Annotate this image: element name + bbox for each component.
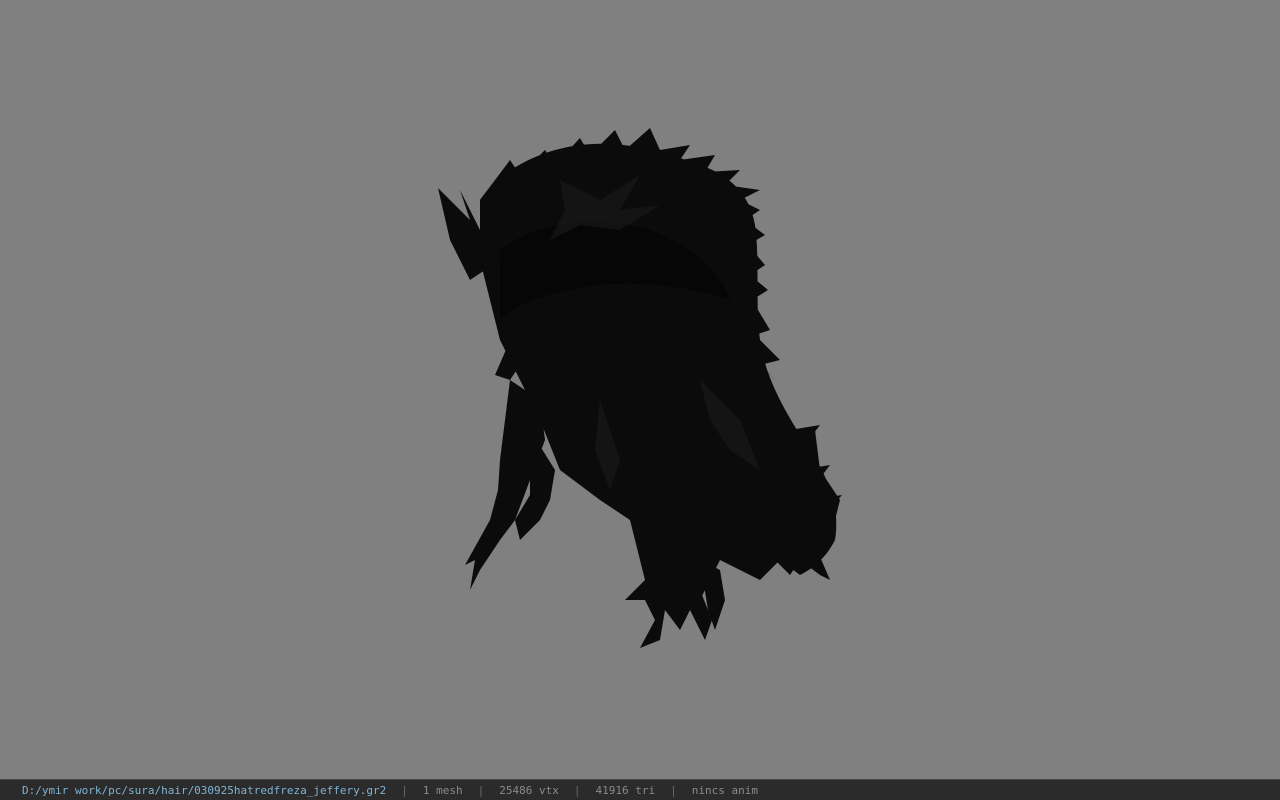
mesh-count-label: 1 mesh — [422, 783, 463, 797]
anim-status-label: nincs anim — [691, 783, 758, 797]
3d-viewport[interactable] — [0, 0, 1280, 779]
vertex-count-label: 25486 vtx — [499, 783, 559, 797]
separator: | — [477, 783, 485, 797]
status-bar: D:/ymir work/pc/sura/hair/030925hatredfr… — [0, 779, 1280, 800]
separator: | — [670, 783, 677, 797]
hair-model-icon[interactable] — [0, 0, 1280, 779]
file-path-label: D:/ymir work/pc/sura/hair/030925hatredfr… — [22, 783, 387, 797]
separator: | — [573, 783, 581, 797]
triangle-count-label: 41916 tri — [595, 783, 656, 797]
separator: | — [401, 783, 408, 797]
